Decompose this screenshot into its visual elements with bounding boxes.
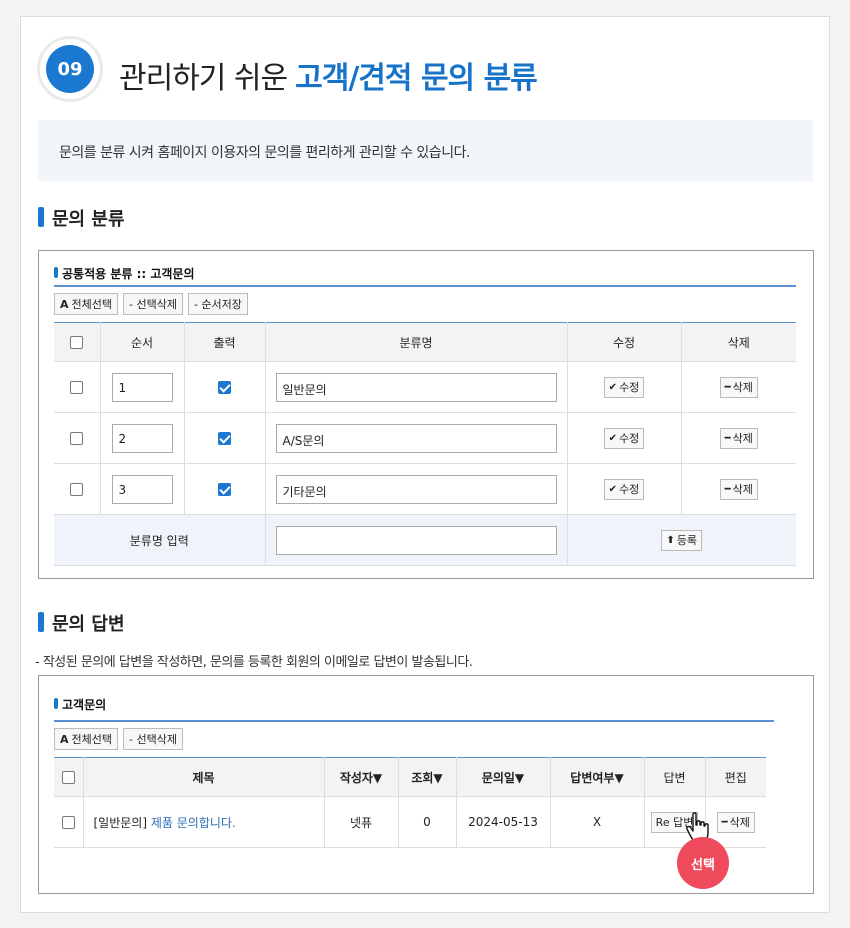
table-row: 1 일반문의 ✔ 수정 ━ 삭제: [54, 361, 796, 413]
arrow-up-icon: ⬆: [666, 534, 675, 546]
row-checkbox[interactable]: [70, 381, 84, 394]
minus-icon: ━: [721, 816, 728, 828]
col-title: 제목: [83, 757, 325, 797]
inquiry-title-link[interactable]: 제품 문의합니다.: [151, 816, 236, 830]
col-edit: 수정: [567, 322, 682, 362]
order-input[interactable]: 3: [111, 474, 173, 504]
answered-cell: X: [550, 796, 645, 848]
delete-button[interactable]: ━ 삭제: [716, 811, 755, 833]
col-author: 작성자▼: [324, 757, 399, 797]
save-order-button[interactable]: - 순서저장: [187, 293, 248, 315]
select-all-button[interactable]: A 전체선택: [54, 293, 118, 315]
delete-selected-button[interactable]: - 선택삭제: [123, 293, 183, 315]
edit-button[interactable]: ✔ 수정: [603, 427, 645, 449]
title-plain: 관리하기 쉬운: [119, 61, 288, 96]
table-header-row: 제목 작성자▼ 조회▼ 문의일▼ 답변여부▼ 답변 편집: [54, 757, 766, 797]
delete-button[interactable]: ━ 삭제: [719, 427, 758, 449]
row-checkbox[interactable]: [70, 432, 84, 445]
col-delete: 삭제: [681, 322, 796, 362]
category-subheading: 공통적용 분류 :: 고객문의: [54, 265, 195, 282]
step-number: 09: [46, 45, 94, 93]
section-heading-category: 문의 분류: [38, 205, 125, 231]
category-name-input[interactable]: 일반문의: [275, 372, 557, 402]
page-title: 관리하기 쉬운 고객/견적 문의 분류: [119, 53, 538, 97]
category-table: 순서 출력 분류명 수정 삭제 1 일반문의 ✔ 수정 ━ 삭제 2 A/S문의 ✔…: [54, 322, 796, 566]
delete-selected-button[interactable]: - 선택삭제: [123, 728, 183, 750]
inquiry-subheading: 고객문의: [54, 696, 106, 713]
table-row: 3 기타문의 ✔ 수정 ━ 삭제: [54, 463, 796, 515]
section-heading-reply: 문의 답변: [38, 610, 125, 636]
check-icon: ✔: [608, 432, 618, 444]
subheading-divider: [54, 720, 774, 722]
minus-icon: ━: [724, 483, 731, 495]
col-views: 조회▼: [398, 757, 457, 797]
date-cell: 2024-05-13: [456, 796, 551, 848]
output-checkbox[interactable]: [218, 483, 231, 496]
select-badge: 선택: [677, 837, 729, 889]
add-row-label: 분류명 입력: [54, 514, 266, 566]
output-checkbox[interactable]: [218, 432, 231, 445]
col-category-name: 분류명: [265, 322, 568, 362]
table-row: 2 A/S문의 ✔ 수정 ━ 삭제: [54, 412, 796, 464]
delete-button[interactable]: ━ 삭제: [719, 478, 758, 500]
intro-text: 문의를 분류 시켜 홈페이지 이용자의 문의를 편리하게 관리할 수 있습니다.: [38, 120, 813, 181]
table-row: [일반문의] 제품 문의합니다. 넷퓨 0 2024-05-13 X Re 답변…: [54, 796, 766, 848]
col-output: 출력: [184, 322, 266, 362]
minus-icon: ━: [724, 381, 731, 393]
select-all-checkbox[interactable]: [61, 771, 75, 784]
select-all-icon: A: [60, 297, 69, 311]
table-header-row: 순서 출력 분류명 수정 삭제: [54, 322, 796, 362]
reply-note: - 작성된 문의에 답변을 작성하면, 문의를 등록한 회원의 이메일로 답변이…: [35, 655, 473, 670]
add-category-row: 분류명 입력 ⬆ 등록: [54, 514, 796, 566]
check-icon: ✔: [608, 483, 618, 495]
category-panel: 공통적용 분류 :: 고객문의 A 전체선택 - 선택삭제 - 순서저장 순서 출…: [38, 250, 814, 579]
inquiry-toolbar: A 전체선택 - 선택삭제: [54, 728, 183, 750]
col-reply: 답변: [644, 757, 706, 797]
edit-button[interactable]: ✔ 수정: [603, 376, 645, 398]
category-toolbar: A 전체선택 - 선택삭제 - 순서저장: [54, 293, 248, 315]
register-button[interactable]: ⬆ 등록: [661, 529, 703, 551]
output-checkbox[interactable]: [218, 381, 231, 394]
select-all-checkbox[interactable]: [70, 336, 84, 349]
category-name-input[interactable]: A/S문의: [275, 423, 557, 453]
col-answered: 답변여부▼: [550, 757, 645, 797]
col-edit: 편집: [705, 757, 766, 797]
edit-button[interactable]: ✔ 수정: [603, 478, 645, 500]
step-number-badge: 09: [37, 36, 103, 102]
col-order: 순서: [100, 322, 185, 362]
col-date: 문의일▼: [456, 757, 551, 797]
select-all-icon: A: [60, 732, 69, 746]
minus-icon: ━: [724, 432, 731, 444]
views-cell: 0: [398, 796, 457, 848]
category-name-input[interactable]: 기타문의: [275, 474, 557, 504]
order-input[interactable]: 2: [111, 423, 173, 453]
new-category-input[interactable]: [275, 525, 557, 555]
subheading-divider: [54, 285, 796, 287]
check-icon: ✔: [608, 381, 618, 393]
author-cell: 넷퓨: [324, 796, 399, 848]
select-all-button[interactable]: A 전체선택: [54, 728, 118, 750]
inquiry-table: 제목 작성자▼ 조회▼ 문의일▼ 답변여부▼ 답변 편집 [일반문의] 제품 문…: [54, 757, 766, 848]
delete-button[interactable]: ━ 삭제: [719, 376, 758, 398]
inquiry-title-cell[interactable]: [일반문의] 제품 문의합니다.: [83, 796, 325, 848]
row-checkbox[interactable]: [61, 816, 75, 829]
content-card: 09 관리하기 쉬운 고객/견적 문의 분류 문의를 분류 시켜 홈페이지 이용자…: [20, 16, 830, 913]
order-input[interactable]: 1: [111, 372, 173, 402]
inquiry-category: [일반문의]: [93, 815, 148, 830]
header-checkbox-cell: [54, 322, 101, 362]
title-highlight: 고객/견적 문의 분류: [295, 61, 538, 96]
row-checkbox[interactable]: [70, 483, 84, 496]
header-checkbox-cell: [54, 757, 84, 797]
